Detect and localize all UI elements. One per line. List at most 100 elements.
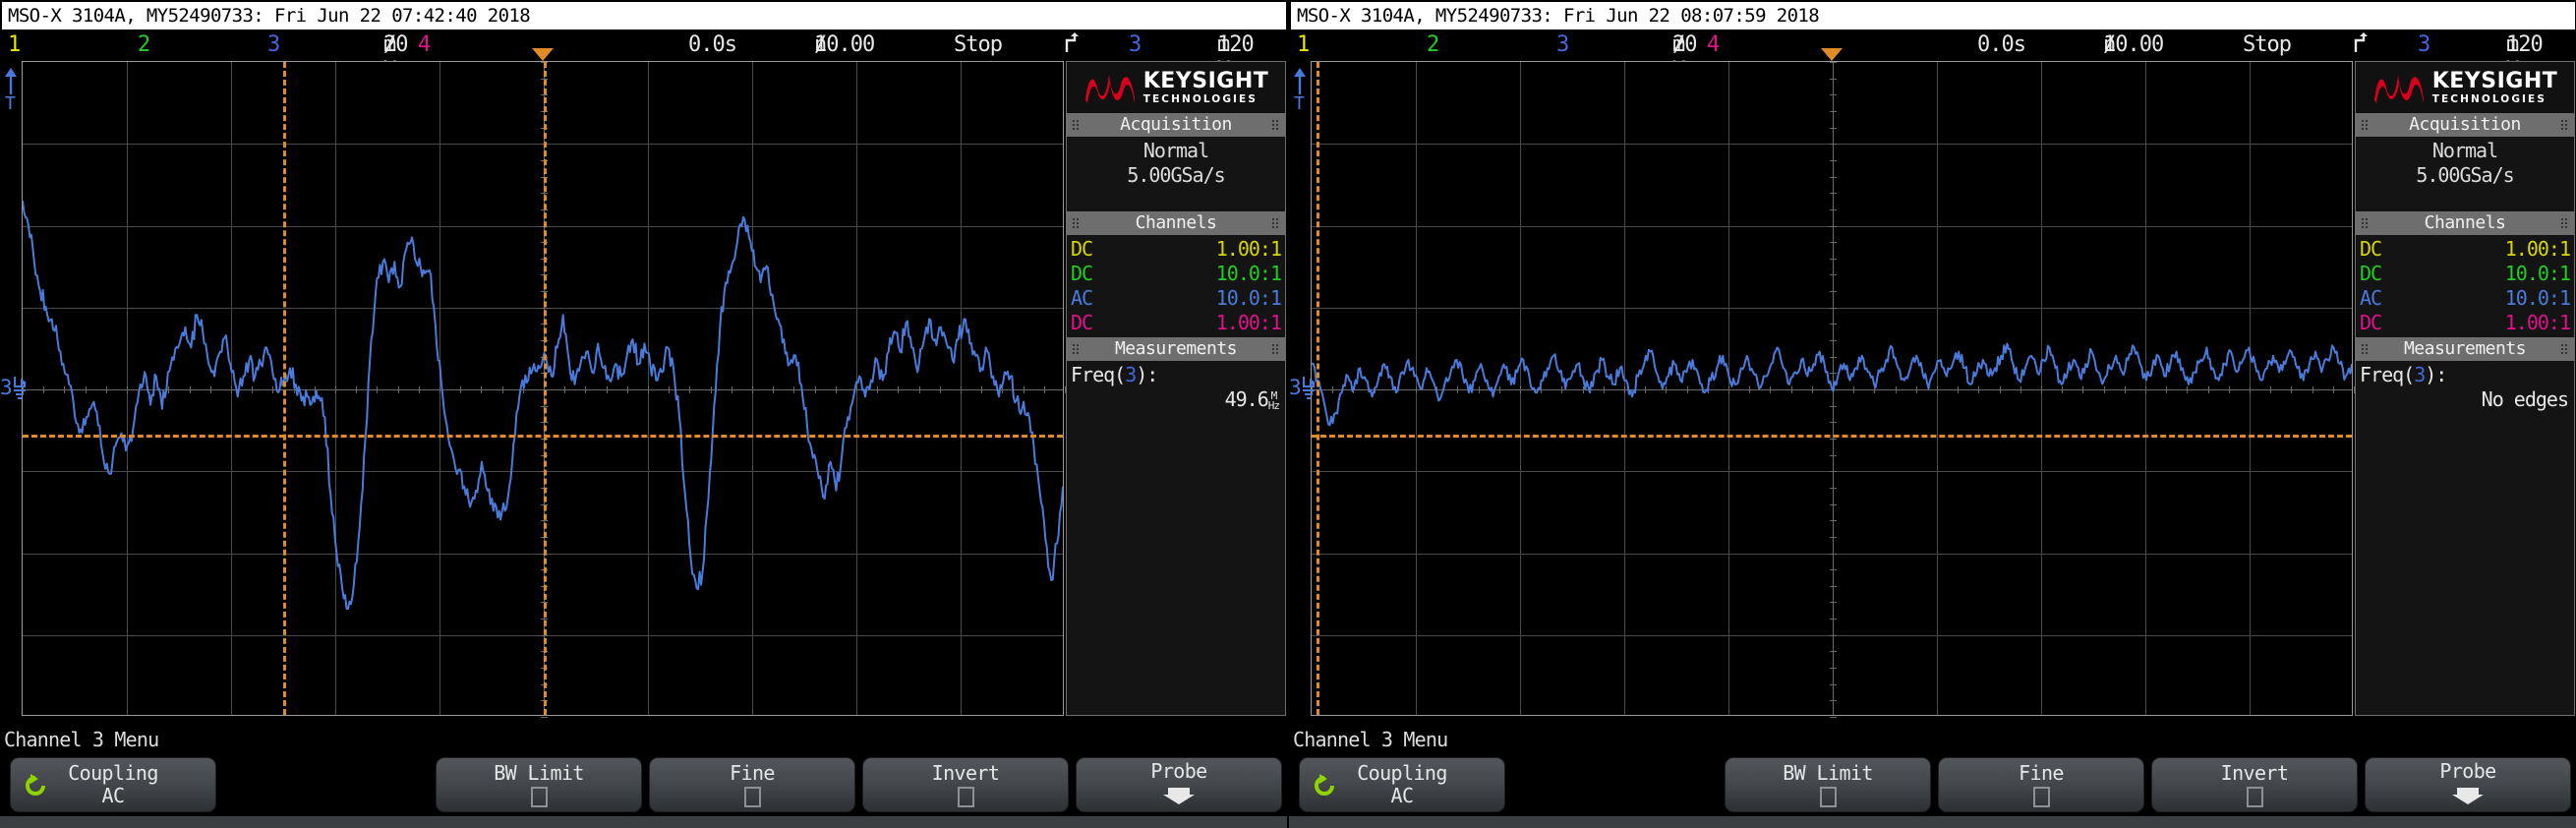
- invert-button[interactable]: Invert: [862, 757, 1069, 812]
- invert-button-title: Invert: [931, 761, 1000, 785]
- oscilloscope-dual-screenshot: MSO-X 3104A, MY52490733: Fri Jun 22 07:4…: [0, 0, 2576, 828]
- channel-row: DC 1.00:1: [2356, 237, 2574, 262]
- cursor-vertical-1[interactable]: [1317, 62, 1320, 715]
- channels-section-header[interactable]: Channels: [1067, 211, 1285, 235]
- window-title-bar: MSO-X 3104A, MY52490733: Fri Jun 22 08:0…: [1291, 2, 2575, 30]
- channel-row: DC 10.0:1: [2356, 262, 2574, 286]
- channel-probe-ratio: 1.00:1: [1215, 237, 1282, 261]
- cursor-horizontal[interactable]: [23, 434, 1063, 438]
- cursor-vertical-2[interactable]: [544, 62, 547, 715]
- info-side-panel: KEYSIGHT TECHNOLOGIES Acquisition Normal 5.0…: [1066, 61, 1286, 716]
- channel-coupling: DC: [1071, 311, 1093, 334]
- measurement-name-suffix: ):: [1136, 363, 1158, 386]
- left-gutter: T3: [0, 61, 27, 716]
- bw-limit-button[interactable]: BW Limit: [436, 757, 642, 812]
- brand-tagline: TECHNOLOGIES: [1142, 92, 1258, 105]
- trigger-position-marker[interactable]: [1821, 48, 1843, 61]
- probe-button-title: Probe: [2439, 759, 2496, 783]
- acquisition-sample-rate: 5.00GSa/s: [1127, 163, 1225, 187]
- keysight-wave-mark-icon: [2373, 75, 2424, 103]
- fine-button[interactable]: Fine: [649, 757, 855, 812]
- bw-limit-button-title: BW Limit: [1783, 761, 1873, 785]
- checkbox-icon[interactable]: [2246, 787, 2263, 807]
- fine-button-title: Fine: [2019, 761, 2064, 785]
- measurement-name: Freq(3):: [1067, 363, 1285, 387]
- ground-symbol-icon: [1302, 377, 1316, 399]
- coupling-button-value: AC: [1390, 784, 1414, 807]
- measurements-section-header[interactable]: Measurements: [2356, 337, 2574, 361]
- measurement-name-prefix: Freq(: [2360, 363, 2415, 386]
- down-arrow-icon: [2451, 786, 2485, 809]
- soft-button-row: Coupling AC BW Limit Fine Invert Probe: [1289, 757, 2576, 816]
- cursor-horizontal[interactable]: [1312, 434, 2352, 438]
- coupling-button[interactable]: Coupling AC: [10, 757, 216, 812]
- vertical-scale-slash: /: [383, 32, 396, 57]
- status-run-state[interactable]: Stop: [2243, 32, 2292, 58]
- status-trigger-source[interactable]: 3: [1129, 32, 1142, 58]
- ground-reference-marker[interactable]: 3: [0, 375, 28, 402]
- bw-limit-button-title: BW Limit: [494, 761, 584, 785]
- channel-coupling: DC: [1071, 237, 1093, 261]
- waveform-graticule[interactable]: [22, 61, 1066, 718]
- status-delay[interactable]: 0.0s: [1977, 32, 2026, 58]
- soft-menu-label: Channel 3 Menu: [4, 728, 159, 751]
- acquisition-section-header[interactable]: Acquisition: [1067, 113, 1285, 137]
- measurement-value-number: No edges: [2481, 387, 2569, 411]
- acquisition-section-body: Normal 5.00GSa/s: [1067, 137, 1285, 211]
- invert-button[interactable]: Invert: [2151, 757, 2358, 812]
- checkbox-icon[interactable]: [1819, 787, 1837, 807]
- acquisition-mode: Normal: [1142, 139, 1209, 162]
- drag-grip-icon: [2560, 217, 2569, 229]
- status-trigger-source[interactable]: 3: [2418, 32, 2430, 58]
- ground-symbol-icon: [13, 377, 27, 399]
- waveform-graticule[interactable]: [1311, 61, 2355, 718]
- drag-grip-icon: [1072, 217, 1081, 229]
- status-channel-4[interactable]: 4: [418, 32, 431, 58]
- keysight-logo: KEYSIGHT TECHNOLOGIES: [2356, 62, 2574, 113]
- checkbox-icon[interactable]: [530, 787, 548, 807]
- cursor-vertical-1[interactable]: [283, 62, 286, 715]
- drag-grip-icon: [2560, 119, 2569, 131]
- channel-probe-ratio: 1.00:1: [2504, 311, 2571, 334]
- channel-coupling: DC: [2360, 262, 2382, 285]
- acquisition-mode: Normal: [2431, 139, 2498, 162]
- fine-button-title: Fine: [730, 761, 775, 785]
- rising-edge-icon[interactable]: [1065, 32, 1083, 61]
- status-channel-3[interactable]: 3: [267, 32, 280, 58]
- measurements-section-header[interactable]: Measurements: [1067, 337, 1285, 361]
- channel-probe-ratio: 10.0:1: [2504, 286, 2571, 310]
- status-delay[interactable]: 0.0s: [688, 32, 737, 58]
- measurement-value: 49.6 M Hz: [1067, 387, 1285, 412]
- drag-grip-icon: [2361, 119, 2370, 131]
- status-channel-4[interactable]: 4: [1707, 32, 1720, 58]
- trigger-position-marker[interactable]: [532, 48, 554, 61]
- status-channel-1[interactable]: 1: [8, 32, 21, 58]
- drag-grip-icon: [2560, 343, 2569, 355]
- rising-edge-icon[interactable]: [2354, 32, 2371, 61]
- status-bar: 12320mV/40.0s10.00ns/Stop3120mV: [0, 32, 1287, 83]
- checkbox-icon[interactable]: [743, 787, 761, 807]
- soft-menu-label: Channel 3 Menu: [1293, 728, 1448, 751]
- drag-grip-icon: [2361, 217, 2370, 229]
- status-channel-2[interactable]: 2: [1427, 32, 1439, 58]
- channels-section-header[interactable]: Channels: [2356, 211, 2574, 235]
- checkbox-icon[interactable]: [2032, 787, 2050, 807]
- acquisition-section-header[interactable]: Acquisition: [2356, 113, 2574, 137]
- drag-grip-icon: [1271, 217, 1280, 229]
- measurements-section-header-label: Measurements: [1114, 338, 1238, 359]
- drag-grip-icon: [1271, 119, 1280, 131]
- probe-button[interactable]: Probe: [1076, 757, 1282, 812]
- ground-reference-marker[interactable]: 3: [1289, 375, 1317, 402]
- status-channel-1[interactable]: 1: [1297, 32, 1310, 58]
- measurement-name-suffix: ):: [2425, 363, 2447, 386]
- coupling-button[interactable]: Coupling AC: [1299, 757, 1505, 812]
- coupling-button-title: Coupling: [68, 761, 158, 785]
- bw-limit-button[interactable]: BW Limit: [1725, 757, 1931, 812]
- probe-button[interactable]: Probe: [2365, 757, 2571, 812]
- checkbox-icon[interactable]: [957, 787, 974, 807]
- status-run-state[interactable]: Stop: [954, 32, 1003, 58]
- fine-button[interactable]: Fine: [1938, 757, 2144, 812]
- scope-pane-2: MSO-X 3104A, MY52490733: Fri Jun 22 08:0…: [1287, 0, 2576, 828]
- status-channel-3[interactable]: 3: [1556, 32, 1569, 58]
- status-channel-2[interactable]: 2: [138, 32, 150, 58]
